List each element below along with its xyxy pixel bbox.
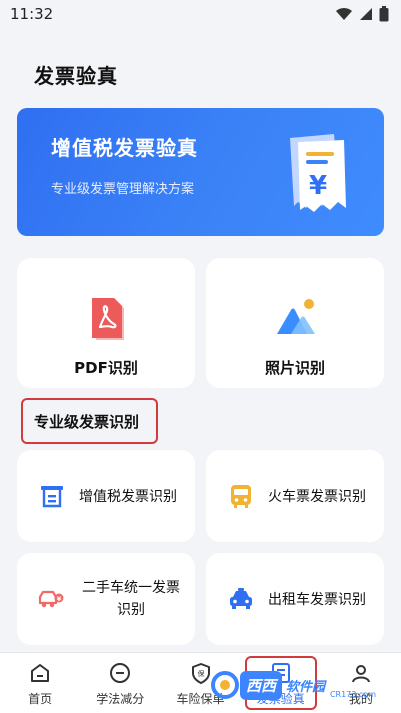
minus-circle-icon [110, 663, 131, 683]
photo-recognition-label: 照片识别 [264, 359, 325, 377]
taxi-invoice-card[interactable]: 出租车发票识别 [206, 553, 384, 645]
status-time: 11:32 [10, 5, 54, 23]
nav-study[interactable]: 学法减分 [80, 653, 160, 713]
promo-banner[interactable]: 增值税发票验真 专业级发票管理解决方案 ¥ [17, 108, 384, 236]
vat-invoice-card[interactable]: 增值税发票识别 [17, 450, 195, 542]
train-ticket-icon [231, 485, 251, 508]
status-icons [335, 6, 389, 22]
watermark-logo-icon [211, 671, 239, 699]
wifi-icon [336, 7, 352, 20]
pdf-icon [92, 298, 124, 340]
invoice-illustration-icon: ¥ [290, 134, 346, 212]
pdf-recognition-card[interactable]: PDF识别 [17, 258, 195, 388]
train-ticket-label: 火车票发票识别 [268, 489, 366, 505]
svg-text:保: 保 [197, 669, 204, 678]
banner-subtitle: 专业级发票管理解决方案 [51, 182, 195, 197]
section-title: 专业级发票识别 [34, 413, 140, 431]
cell-signal-icon [360, 8, 372, 20]
pdf-recognition-label: PDF识别 [74, 359, 138, 377]
nav-study-label: 学法减分 [96, 692, 145, 706]
photo-icon [277, 299, 315, 334]
used-car-invoice-card[interactable]: ¥ 二手车统一发票识别 [17, 553, 195, 645]
svg-text:¥: ¥ [309, 171, 327, 201]
vat-invoice-icon [41, 486, 63, 508]
watermark-text: 软件园 [286, 679, 326, 695]
nav-home-label: 首页 [28, 692, 53, 706]
page-title: 发票验真 [34, 64, 118, 88]
banner-title: 增值税发票验真 [51, 136, 198, 160]
taxi-invoice-label: 出租车发票识别 [268, 592, 366, 608]
taxi-icon [230, 588, 252, 609]
nav-home[interactable]: 首页 [0, 653, 80, 713]
status-bar: 11:32 [0, 0, 401, 28]
used-car-invoice-icon: ¥ [38, 590, 64, 608]
used-car-invoice-label: 二手车统一发票识别 [82, 580, 180, 618]
watermark-badge: 西西 [240, 670, 283, 700]
home-icon [31, 664, 50, 682]
train-ticket-card[interactable]: 火车票发票识别 [206, 450, 384, 542]
insurance-icon: 保 [191, 663, 210, 684]
vat-invoice-label: 增值税发票识别 [79, 489, 177, 505]
battery-icon [379, 6, 389, 22]
photo-recognition-card[interactable]: 照片识别 [206, 258, 384, 388]
svg-text:¥: ¥ [57, 595, 62, 603]
watermark: 西西 软件园 CR173.com [210, 664, 390, 706]
watermark-url: CR173.com [329, 690, 376, 699]
